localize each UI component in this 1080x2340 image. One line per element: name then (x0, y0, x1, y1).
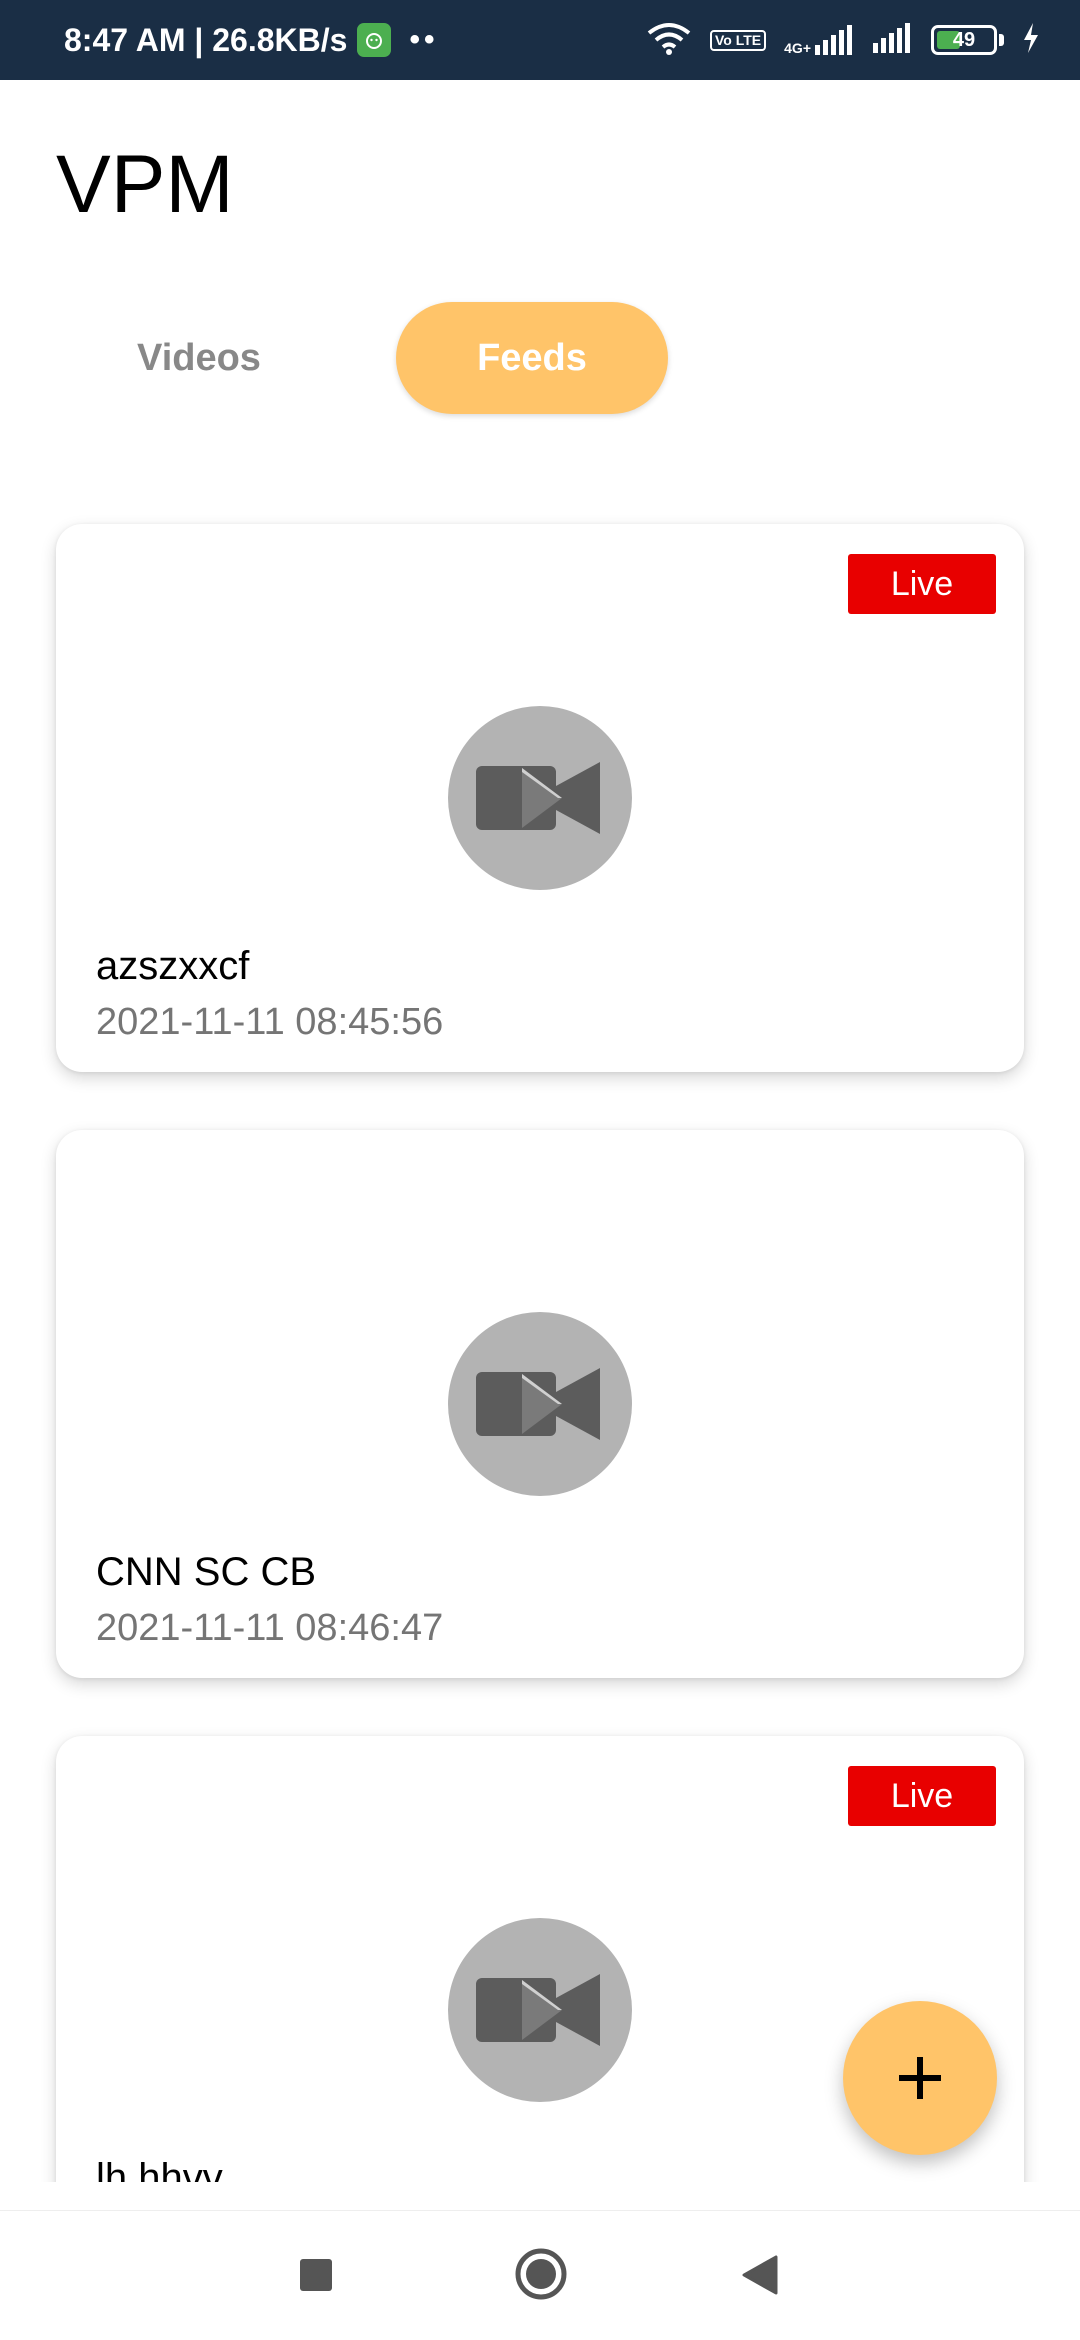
video-camera-icon (476, 762, 600, 834)
app-title: VPM (56, 139, 234, 230)
tab-bar: Videos Feeds (56, 302, 668, 414)
battery-level: 49 (952, 28, 976, 51)
square-recents-icon[interactable] (298, 2257, 334, 2298)
app-notification-icon (357, 23, 392, 57)
feed-card[interactable]: Live azszxxcf 2021-11-11 08:45:56 (56, 524, 1024, 1072)
signal-icon: 4G+ (784, 25, 855, 55)
status-time-speed: 8:47 AM | 26.8KB/s (64, 21, 348, 58)
live-badge: Live (848, 554, 996, 614)
video-camera-icon (476, 1974, 600, 2046)
feed-title: lh hhvv (96, 2156, 223, 2182)
feed-card[interactable]: CNN SC CB 2021-11-11 08:46:47 (56, 1130, 1024, 1678)
plus-icon (899, 2057, 941, 2099)
video-placeholder[interactable] (448, 1312, 632, 1496)
navigation-bar (0, 2210, 1080, 2340)
battery-cap (999, 34, 1004, 46)
feed-title: azszxxcf (96, 944, 250, 988)
network-type-label: 4G+ (784, 40, 811, 56)
signal-icon (873, 22, 913, 58)
tab-feeds[interactable]: Feeds (396, 302, 668, 414)
charging-icon (1022, 22, 1040, 58)
live-badge: Live (848, 1766, 996, 1826)
feed-list[interactable]: Live azszxxcf 2021-11-11 08:45:56 CNN SC… (0, 480, 1080, 2182)
video-placeholder[interactable] (448, 1918, 632, 2102)
feed-title: CNN SC CB (96, 1550, 317, 1594)
status-bar: 8:47 AM | 26.8KB/s •• Vo LTE 4G+ 49 (0, 0, 1080, 80)
status-left: 8:47 AM | 26.8KB/s •• (64, 22, 438, 59)
circle-home-icon[interactable] (514, 2247, 568, 2306)
tab-videos[interactable]: Videos (56, 302, 342, 414)
wifi-icon (646, 21, 692, 60)
volte-icon: Vo LTE (709, 29, 767, 51)
feed-date: 2021-11-11 08:45:56 (96, 1001, 444, 1043)
battery-icon: 49 (931, 25, 1004, 55)
triangle-back-icon[interactable] (740, 2255, 778, 2300)
status-right: Vo LTE 4G+ 49 (646, 21, 1040, 60)
feed-date: 2021-11-11 08:46:47 (96, 1607, 444, 1649)
more-notifications-dots: •• (409, 23, 439, 56)
battery-body: 49 (931, 25, 997, 55)
video-camera-icon (476, 1368, 600, 1440)
video-placeholder[interactable] (448, 706, 632, 890)
add-feed-button[interactable] (843, 2001, 997, 2155)
